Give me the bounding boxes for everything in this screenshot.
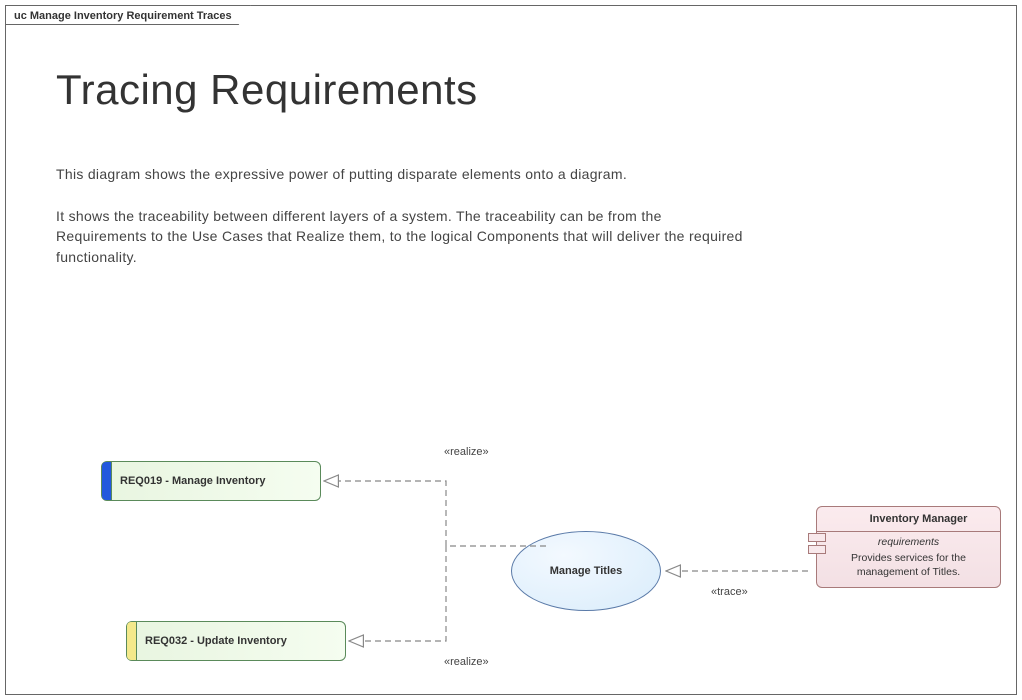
diagram-heading: Tracing Requirements [56, 66, 478, 114]
requirement-color-bar [102, 462, 112, 500]
component-inventory-manager[interactable]: Inventory Manager requirements Provides … [816, 506, 1001, 588]
frame-title-tab: uc Manage Inventory Requirement Traces [5, 5, 251, 25]
description-line-1: This diagram shows the expressive power … [56, 166, 627, 182]
description-paragraph: It shows the traceability between differ… [56, 206, 756, 267]
requirement-color-bar [127, 622, 137, 660]
requirement-label: REQ032 - Update Inventory [137, 635, 287, 647]
connector-label-realize-1: «realize» [444, 446, 489, 458]
usecase-manage-titles[interactable]: Manage Titles [511, 531, 661, 611]
diagram-frame: uc Manage Inventory Requirement Traces T… [5, 5, 1017, 695]
component-section-label: requirements [817, 532, 1000, 550]
connector-label-trace: «trace» [711, 586, 748, 598]
connector-realize-req019 [324, 481, 546, 546]
component-name: Inventory Manager [817, 507, 1000, 531]
requirement-req019[interactable]: REQ019 - Manage Inventory [101, 461, 321, 501]
connector-label-realize-2: «realize» [444, 656, 489, 668]
connector-realize-req032 [349, 546, 446, 641]
usecase-label: Manage Titles [550, 565, 623, 577]
requirement-label: REQ019 - Manage Inventory [112, 475, 266, 487]
component-body-text: Provides services for the management of … [817, 550, 1000, 587]
requirement-req032[interactable]: REQ032 - Update Inventory [126, 621, 346, 661]
component-icon [808, 533, 826, 557]
